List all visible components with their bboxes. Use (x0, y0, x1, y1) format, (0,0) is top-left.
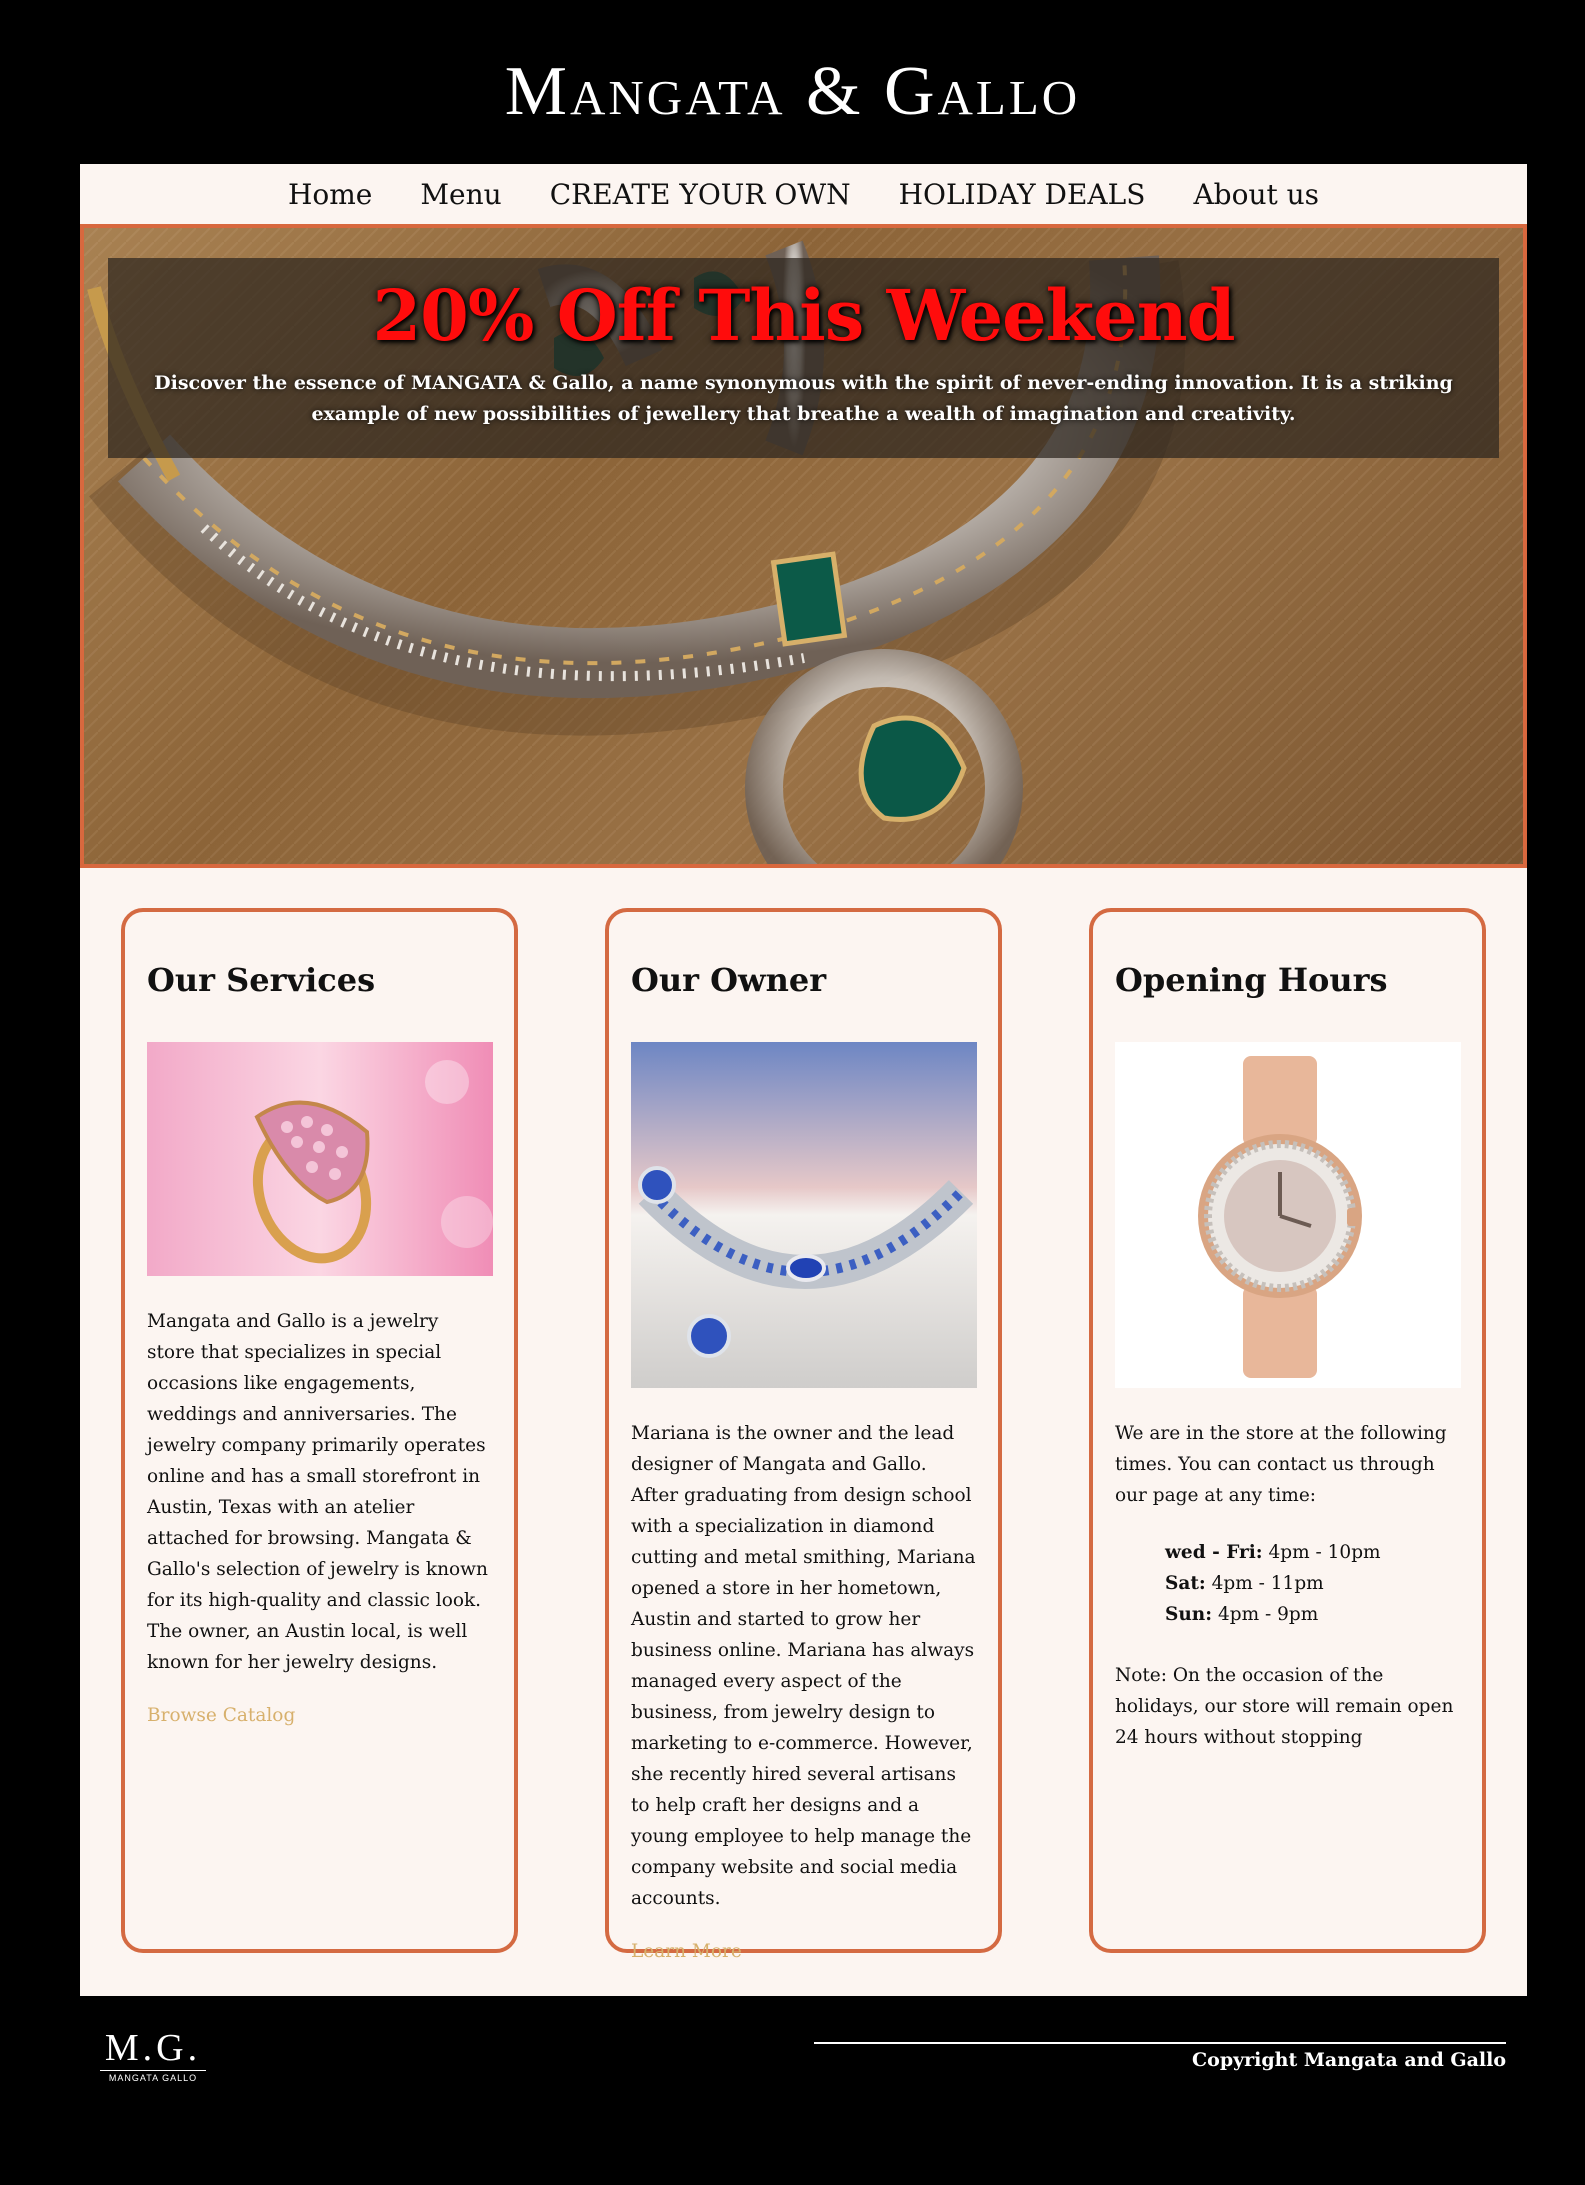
hero-overlay: 20% Off This Weekend Discover the essenc… (108, 258, 1499, 458)
watch-image (1115, 1042, 1461, 1388)
footer-logo-sub: MANGATA GALLO (108, 2073, 198, 2083)
hero-banner: 20% Off This Weekend Discover the essenc… (80, 224, 1527, 868)
nav-about-us[interactable]: About us (1169, 178, 1343, 211)
card-services-title: Our Services (147, 961, 376, 999)
info-cards: Our Services Mangata and Gallo is a jewe… (80, 908, 1527, 1962)
copyright-text: Copyright Mangata and Gallo (1192, 2049, 1506, 2071)
card-hours-note: Note: On the occasion of the holidays, o… (1115, 1665, 1454, 1748)
footer-divider (814, 2042, 1506, 2044)
nav-create-your-own[interactable]: CREATE YOUR OWN (526, 178, 875, 211)
browse-catalog-link[interactable]: Browse Catalog (147, 1705, 295, 1726)
hours-row: wed - Fri: 4pm - 10pm (1165, 1542, 1381, 1563)
card-owner-title: Our Owner (631, 961, 827, 999)
sapphire-necklace-image (631, 1042, 977, 1388)
hero-text: Discover the essence of MANGATA & Gallo,… (154, 372, 1453, 425)
brand-logo[interactable]: Mangata & Gallo (0, 52, 1585, 132)
learn-more-link[interactable]: Learn More (631, 1941, 742, 1962)
card-hours: Opening Hours We are in the store at the… (1089, 908, 1486, 1953)
nav-menu[interactable]: Menu (396, 178, 525, 211)
page-container: Home Menu CREATE YOUR OWN HOLIDAY DEALS … (80, 164, 1527, 1996)
hours-row: Sun: 4pm - 9pm (1165, 1604, 1319, 1625)
nav-holiday-deals[interactable]: HOLIDAY DEALS (875, 178, 1170, 211)
site-header: Mangata & Gallo (0, 0, 1585, 164)
card-hours-intro: We are in the store at the following tim… (1115, 1423, 1447, 1506)
card-services-text: Mangata and Gallo is a jewelry store tha… (147, 1311, 488, 1673)
site-footer: M.G. MANGATA GALLO Copyright Mangata and… (0, 1996, 1585, 2185)
card-owner-text: Mariana is the owner and the lead design… (631, 1423, 976, 1909)
card-owner: Our Owner Mariana is the owner and the l… (605, 908, 1002, 1962)
main-nav: Home Menu CREATE YOUR OWN HOLIDAY DEALS … (80, 164, 1527, 224)
card-services: Our Services Mangata and Gallo is a jewe… (121, 908, 518, 1953)
footer-logo-main: M.G. (104, 2027, 202, 2069)
card-hours-title: Opening Hours (1115, 961, 1388, 999)
hours-row: Sat: 4pm - 11pm (1165, 1573, 1324, 1594)
nav-home[interactable]: Home (264, 178, 396, 211)
hero-title: 20% Off This Weekend (372, 274, 1235, 357)
hours-list: wed - Fri: 4pm - 10pm Sat: 4pm - 11pm Su… (1165, 1537, 1460, 1630)
footer-logo[interactable]: M.G. MANGATA GALLO (100, 2028, 206, 2083)
ring-image (147, 1042, 493, 1276)
